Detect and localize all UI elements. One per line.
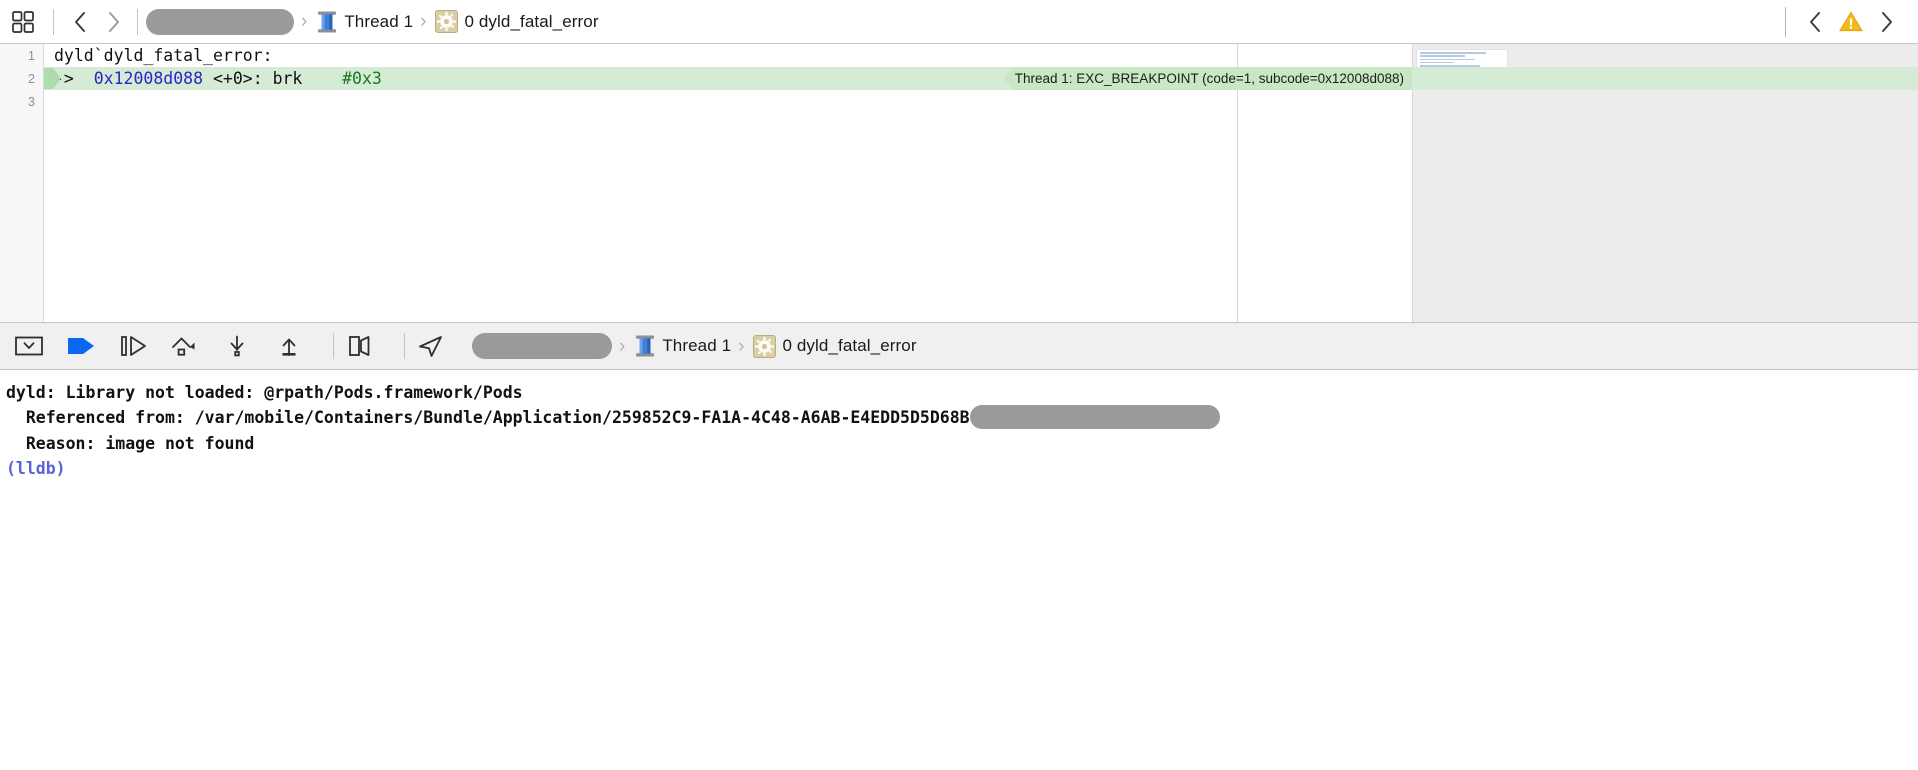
debug-breadcrumb-separator-2: › (738, 335, 745, 357)
jumpbar-frame-label[interactable]: 0 dyld_fatal_error (465, 12, 599, 32)
hide-debug-area-button[interactable] (12, 331, 46, 361)
step-over-button[interactable] (116, 331, 150, 361)
debugbar-frame-label[interactable]: 0 dyld_fatal_error (783, 336, 917, 356)
redacted-project-pill[interactable] (146, 8, 294, 35)
breadcrumb-separator-1: › (301, 11, 308, 32)
step-out-button[interactable] (220, 331, 254, 361)
console-line: Referenced from: /var/mobile/Containers/… (6, 404, 1918, 431)
line-number: 2 (28, 71, 35, 86)
code-token: <+0>: brk (203, 69, 343, 88)
simulate-location-button[interactable] (414, 331, 448, 361)
previous-issue-button[interactable] (1802, 7, 1828, 37)
code-line[interactable]: 3 (0, 90, 1918, 113)
console-line: dyld: Library not loaded: @rpath/Pods.fr… (6, 380, 1918, 405)
step-out-of-frame-button[interactable] (272, 331, 306, 361)
code-token-imm: #0x3 (342, 69, 382, 88)
line-number: 1 (28, 48, 35, 63)
issue-divider (1785, 6, 1786, 37)
annotation-arrow-icon (1003, 67, 1013, 90)
navigate-forward-button[interactable] (101, 7, 127, 37)
code-token-addr: 0x12008d088 (93, 69, 204, 88)
jump-bar-divider-1 (53, 8, 54, 35)
code-text: -> 0x12008d088 <+0>: brk #0x3 (44, 69, 382, 88)
code-token: dyld`dyld_fatal_error: (54, 46, 273, 65)
breadcrumb-separator-2: › (420, 11, 427, 32)
jump-bar-divider-2 (137, 8, 138, 35)
jump-bar: › Thread 1 › 0 dyld_fatal_error (0, 0, 1918, 44)
program-counter-marker-icon[interactable] (44, 68, 61, 89)
console-text: dyld: Library not loaded: @rpath/Pods.fr… (6, 383, 523, 402)
debug-breadcrumb-separator-1: › (619, 335, 626, 357)
console-output[interactable]: dyld: Library not loaded: @rpath/Pods.fr… (0, 370, 1918, 722)
redacted-process-pill[interactable] (472, 333, 612, 359)
debug-bar-divider-2 (404, 333, 405, 359)
console-text: Reason: image not found (6, 433, 255, 453)
code-line[interactable]: 2 -> 0x12008d088 <+0>: brk #0x3 (0, 67, 1918, 90)
gear-badge-icon (434, 10, 458, 33)
jump-bar-left-group: › Thread 1 › 0 dyld_fatal_error (8, 7, 599, 37)
line-number: 3 (28, 94, 35, 109)
lldb-prompt: (lldb) (6, 458, 66, 478)
grid-layout-icon[interactable] (8, 7, 38, 37)
annotation-text: Thread 1: EXC_BREAKPOINT (code=1, subcod… (1012, 67, 1412, 90)
console-line: (lldb) (6, 456, 1918, 481)
gear-badge-icon (752, 334, 776, 358)
debug-view-hierarchy-button[interactable] (343, 331, 377, 361)
debug-bar-divider-1 (333, 333, 334, 359)
exception-annotation[interactable]: Thread 1: EXC_BREAKPOINT (code=1, subcod… (1003, 67, 1412, 90)
code-line[interactable]: 1 dyld`dyld_fatal_error: (0, 44, 1918, 67)
code-line-list: 1 dyld`dyld_fatal_error: 2 -> 0x12008d088 <… (0, 44, 1918, 322)
code-text: dyld`dyld_fatal_error: (44, 46, 273, 65)
warning-triangle-icon[interactable] (1838, 9, 1864, 35)
issue-navigator-group (1779, 6, 1904, 37)
debug-bar: › Thread 1 › 0 dyld_fatal_error (0, 322, 1918, 370)
jumpbar-thread-label[interactable]: Thread 1 (344, 12, 413, 32)
console-line: Reason: image not found (6, 431, 1918, 456)
debugbar-thread-label[interactable]: Thread 1 (662, 336, 731, 356)
next-issue-button[interactable] (1874, 7, 1900, 37)
thread-spool-icon (634, 334, 656, 358)
redacted-path-bar (969, 404, 1220, 429)
step-into-button[interactable] (168, 331, 202, 361)
thread-spool-icon (316, 10, 338, 34)
navigate-back-button[interactable] (67, 7, 93, 37)
console-text: Referenced from: /var/mobile/Containers/… (6, 408, 970, 427)
assembly-editor[interactable]: 1 dyld`dyld_fatal_error: 2 -> 0x12008d088 <… (0, 44, 1918, 322)
continue-execution-button[interactable] (64, 331, 98, 361)
